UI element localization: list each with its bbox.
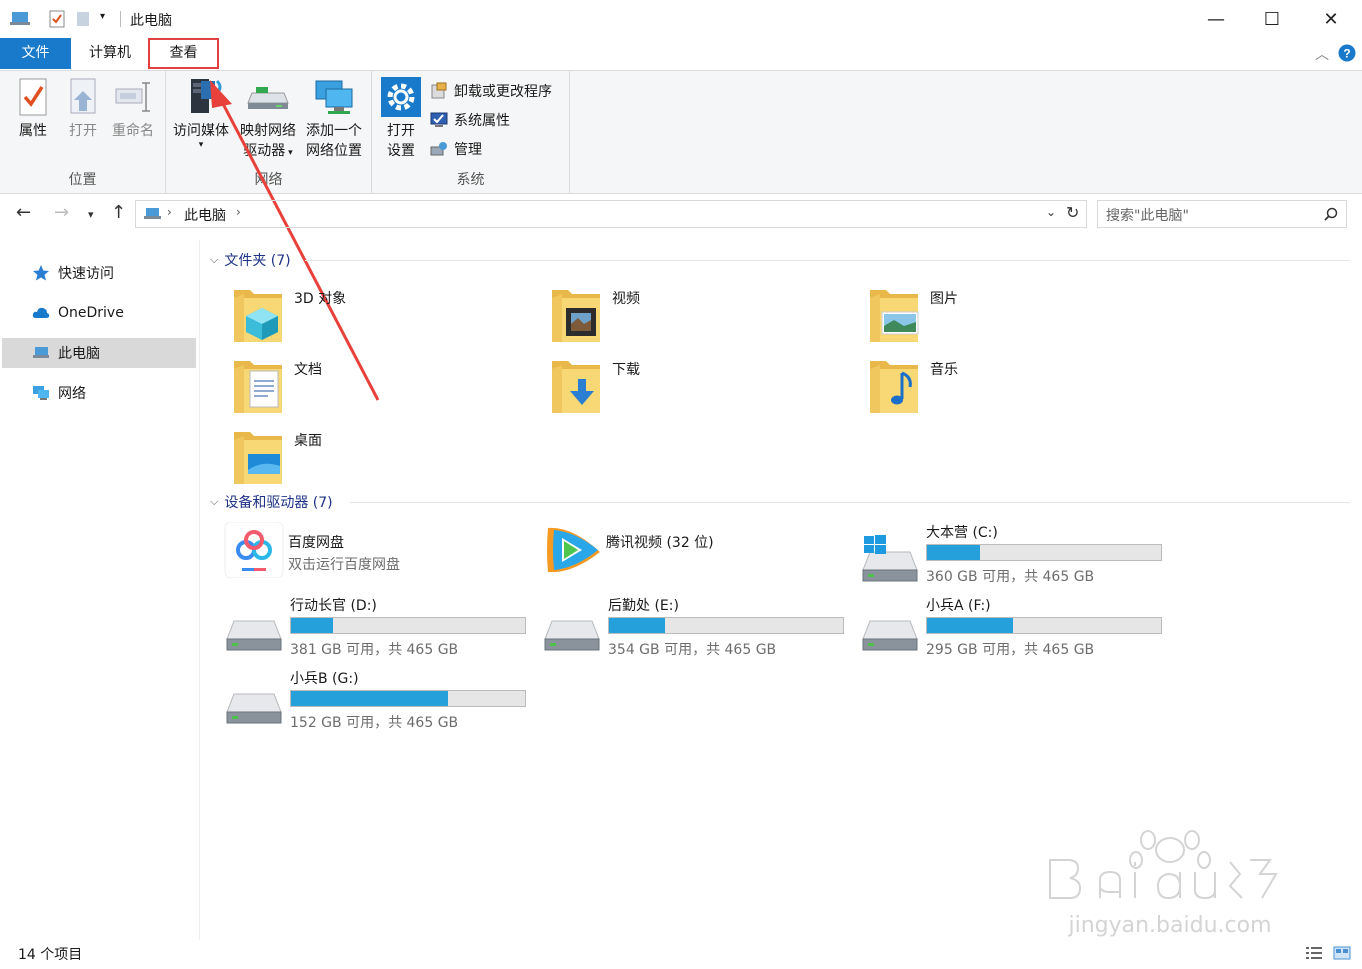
hard-drive-icon <box>862 619 918 653</box>
tencent-video-icon <box>547 527 600 573</box>
drive-e[interactable]: 后勤处 (E:) 354 GB 可用，共 465 GB <box>544 595 854 665</box>
nav-item-this-pc[interactable]: 此电脑 <box>2 338 196 368</box>
details-view-icon[interactable] <box>1305 946 1323 960</box>
forward-icon[interactable]: → <box>54 202 69 223</box>
star-icon <box>33 265 49 281</box>
baidu-netdisk-icon <box>224 522 284 578</box>
drive-usage-bar <box>290 690 526 707</box>
drive-f[interactable]: 小兵A (F:) 295 GB 可用，共 465 GB <box>862 595 1172 665</box>
section-header-devices[interactable]: ⌵ 设备和驱动器 (7) <box>210 492 333 512</box>
up-icon[interactable]: ↑ <box>111 202 126 223</box>
baidu-jingyan-watermark: jingyan.baidu.com <box>1049 830 1278 938</box>
app-tencent-video[interactable]: 腾讯视频 (32 位) <box>542 527 852 600</box>
nav-item-quick-access[interactable]: 快速访问 <box>2 258 196 288</box>
drive-usage-fill <box>291 691 449 706</box>
drive-usage-bar <box>926 544 1162 561</box>
hard-drive-icon <box>226 619 282 653</box>
svg-text:jingyan.baidu.com: jingyan.baidu.com <box>1067 913 1271 938</box>
folder-desktop-icon <box>232 426 284 486</box>
navigation-bar: ← → ▾ ↑ › 此电脑 › ⌄ ↻ 搜索"此电脑" <box>0 196 1362 234</box>
folder-3d-objects[interactable]: 3D 对象 <box>232 284 532 348</box>
collapse-chevron-icon[interactable]: ⌵ <box>210 253 218 267</box>
hard-drive-icon <box>544 619 600 653</box>
folder-downloads[interactable]: 下载 <box>550 355 850 419</box>
folder-music-icon <box>868 355 920 415</box>
this-pc-icon <box>144 208 161 219</box>
search-input[interactable]: 搜索"此电脑" <box>1097 200 1347 228</box>
breadcrumb-chevron-icon[interactable]: › <box>167 205 172 219</box>
breadcrumb-this-pc[interactable]: 此电脑 <box>184 205 226 225</box>
folder-pictures-icon <box>868 284 919 344</box>
nav-item-network[interactable]: 网络 <box>2 378 196 408</box>
large-icons-view-icon[interactable] <box>1333 946 1351 960</box>
drive-usage-fill <box>927 618 1013 633</box>
back-icon[interactable]: ← <box>16 202 31 223</box>
folder-downloads-icon <box>550 355 602 415</box>
drive-usage-fill <box>927 545 980 560</box>
recent-locations-icon[interactable]: ▾ <box>88 208 94 221</box>
system-drive-icon <box>862 535 918 582</box>
status-item-count: 14 个项目 <box>18 947 83 963</box>
drive-usage-bar <box>290 617 526 634</box>
drive-usage-bar <box>608 617 844 634</box>
folder-videos-icon <box>550 284 602 344</box>
section-divider <box>350 502 1350 503</box>
navigation-pane: 快速访问 OneDrive 此电脑 网络 <box>0 240 200 940</box>
section-header-folders[interactable]: ⌵ 文件夹 (7) <box>210 250 291 270</box>
this-pc-icon <box>33 347 49 358</box>
app-baidu-netdisk[interactable]: 百度网盘 双击运行百度网盘 <box>224 522 534 600</box>
drive-usage-fill <box>609 618 665 633</box>
drive-c[interactable]: 大本营 (C:) 360 GB 可用，共 465 GB <box>862 522 1172 592</box>
drive-usage-bar <box>926 617 1162 634</box>
folder-music[interactable]: 音乐 <box>868 355 1168 419</box>
folder-desktop[interactable]: 桌面 <box>232 426 532 490</box>
folder-pictures[interactable]: 图片 <box>868 284 1168 348</box>
folder-3d-objects-icon <box>232 284 284 344</box>
cloud-icon <box>32 307 50 318</box>
address-bar[interactable]: › 此电脑 › ⌄ ↻ <box>135 200 1087 228</box>
folder-videos[interactable]: 视频 <box>550 284 850 348</box>
address-dropdown-icon[interactable]: ⌄ <box>1046 205 1056 219</box>
search-icon <box>1324 207 1338 221</box>
breadcrumb-chevron-icon[interactable]: › <box>236 205 241 219</box>
drive-g[interactable]: 小兵B (G:) 152 GB 可用，共 465 GB <box>226 668 536 738</box>
nav-item-onedrive[interactable]: OneDrive <box>2 298 196 328</box>
drive-usage-fill <box>291 618 334 633</box>
drive-d[interactable]: 行动长官 (D:) 381 GB 可用，共 465 GB <box>226 595 536 665</box>
refresh-icon[interactable]: ↻ <box>1066 203 1079 222</box>
collapse-chevron-icon[interactable]: ⌵ <box>210 495 218 509</box>
folder-documents-icon <box>232 355 284 415</box>
section-divider <box>305 260 1350 261</box>
network-icon <box>33 386 49 400</box>
folder-documents[interactable]: 文档 <box>232 355 532 419</box>
hard-drive-icon <box>226 692 282 726</box>
